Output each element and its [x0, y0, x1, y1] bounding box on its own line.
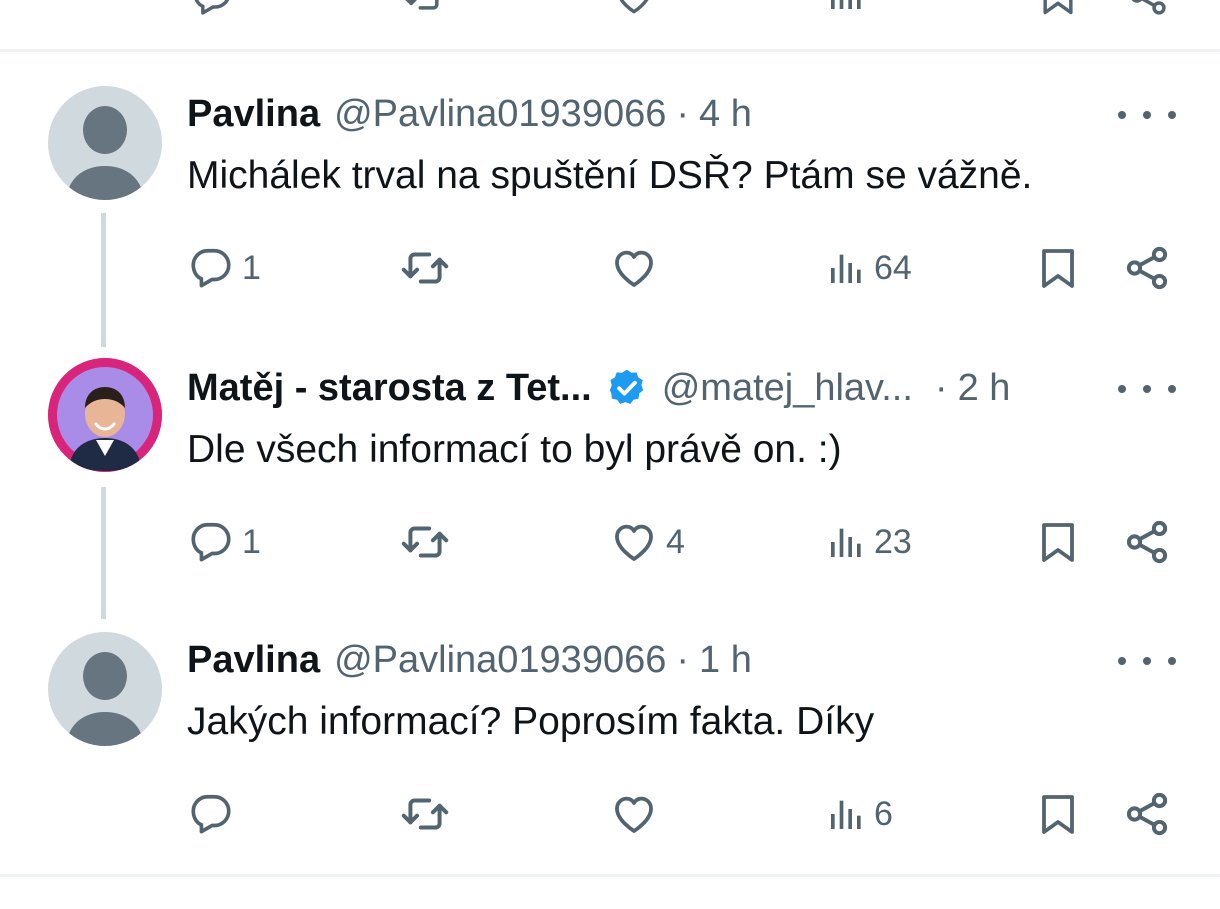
views-count: 6 — [874, 794, 893, 833]
views-icon — [826, 522, 866, 562]
retweet-icon[interactable] — [402, 0, 446, 18]
bookmark-icon — [1034, 790, 1082, 838]
views-icon — [826, 248, 866, 288]
separator-dot: · — [934, 366, 948, 409]
author-name[interactable]: Pavlina — [187, 93, 320, 136]
retweet-button[interactable] — [400, 786, 450, 842]
author-name[interactable]: Pavlina — [187, 639, 320, 682]
like-icon[interactable] — [612, 0, 656, 18]
share-button[interactable] — [1122, 786, 1172, 842]
retweet-icon — [400, 243, 450, 293]
thread-line — [101, 487, 106, 619]
verified-badge-icon — [606, 367, 648, 409]
like-button[interactable] — [610, 786, 658, 842]
retweet-icon — [400, 789, 450, 839]
share-icon — [1122, 243, 1172, 293]
avatar[interactable] — [48, 358, 162, 472]
default-avatar-icon — [48, 86, 162, 200]
tweet-header: Matěj - starosta z Tet... @matej_hlav...… — [187, 358, 1010, 418]
tweet-header: Pavlina @Pavlina01939066 · 1 h — [187, 630, 752, 690]
bookmark-icon[interactable] — [1036, 0, 1080, 18]
like-icon — [610, 244, 658, 292]
share-button[interactable] — [1122, 514, 1172, 570]
views-count: 23 — [874, 522, 912, 561]
profile-photo — [48, 358, 162, 472]
avatar[interactable] — [48, 86, 162, 200]
separator-dot: · — [676, 638, 690, 681]
tweet-header: Pavlina @Pavlina01939066 · 4 h — [187, 84, 752, 144]
like-count: 4 — [666, 522, 685, 561]
views-button[interactable]: 64 — [826, 240, 912, 296]
views-button[interactable]: 6 — [826, 786, 893, 842]
author-handle[interactable]: @Pavlina01939066 — [334, 639, 666, 682]
author-handle[interactable]: @matej_hlav... — [662, 367, 913, 410]
author-handle[interactable]: @Pavlina01939066 — [334, 93, 666, 136]
bookmark-icon — [1034, 518, 1082, 566]
more-icon[interactable] — [1118, 369, 1176, 409]
retweet-button[interactable] — [400, 240, 450, 296]
divider — [0, 874, 1220, 877]
divider — [0, 49, 1220, 52]
share-icon[interactable] — [1126, 0, 1170, 18]
views-count: 64 — [874, 248, 912, 287]
reply-button[interactable]: 1 — [188, 240, 261, 296]
retweet-button[interactable] — [400, 514, 450, 570]
author-name[interactable]: Matěj - starosta z Tet... — [187, 367, 592, 410]
like-button[interactable]: 4 — [610, 514, 685, 570]
share-icon — [1122, 789, 1172, 839]
default-avatar-icon — [48, 632, 162, 746]
bookmark-button[interactable] — [1034, 786, 1082, 842]
bookmark-icon — [1034, 244, 1082, 292]
thread-line — [101, 213, 106, 347]
tweet-text: Jakých informací? Poprosím fakta. Díky — [187, 700, 875, 743]
like-icon — [610, 518, 658, 566]
reply-icon[interactable] — [190, 0, 234, 18]
reply-button[interactable] — [188, 786, 234, 842]
bookmark-button[interactable] — [1034, 514, 1082, 570]
views-icon — [826, 794, 866, 834]
more-icon[interactable] — [1118, 641, 1176, 681]
share-icon — [1122, 517, 1172, 567]
retweet-icon — [400, 517, 450, 567]
separator-dot: · — [676, 92, 690, 135]
tweet-text: Michálek trval na spuštění DSŘ? Ptám se … — [187, 154, 1033, 197]
tweet-text: Dle všech informací to byl právě on. :) — [187, 428, 842, 471]
reply-icon — [188, 245, 234, 291]
like-icon — [610, 790, 658, 838]
reply-icon — [188, 791, 234, 837]
previous-tweet-actions — [0, 0, 1220, 18]
bookmark-button[interactable] — [1034, 240, 1082, 296]
views-icon[interactable] — [826, 0, 866, 14]
reply-button[interactable]: 1 — [188, 514, 261, 570]
timestamp[interactable]: 4 h — [699, 93, 752, 136]
reply-count: 1 — [242, 248, 261, 287]
timestamp[interactable]: 1 h — [699, 639, 752, 682]
avatar[interactable] — [48, 632, 162, 746]
reply-icon — [188, 519, 234, 565]
more-icon[interactable] — [1118, 95, 1176, 135]
share-button[interactable] — [1122, 240, 1172, 296]
like-button[interactable] — [610, 240, 658, 296]
timestamp[interactable]: 2 h — [958, 367, 1011, 410]
views-button[interactable]: 23 — [826, 514, 912, 570]
reply-count: 1 — [242, 522, 261, 561]
